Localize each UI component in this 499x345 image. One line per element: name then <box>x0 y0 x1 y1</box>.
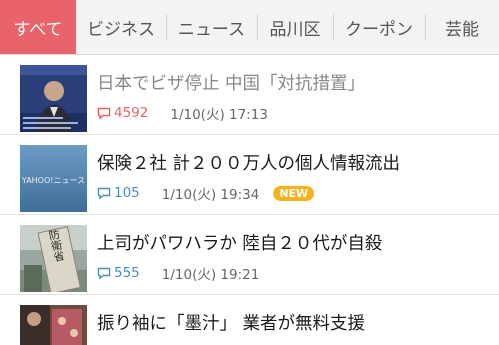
article-title: 上司がパワハラか 陸自２０代が自殺 <box>97 234 383 254</box>
comment-icon <box>97 107 111 120</box>
new-badge: NEW <box>273 185 315 201</box>
tab-coupon[interactable]: クーポン <box>333 0 425 54</box>
article-item[interactable]: 振り袖に「墨汁」 業者が無料支援 <box>0 295 499 345</box>
sign-photo-icon: 防衛省 <box>20 225 87 292</box>
article-item[interactable]: YAHOO!ニュース 保険２社 計２００万人の個人情報流出 105 1/10(火… <box>0 135 499 215</box>
article-meta: 555 1/10(火) 19:21 <box>97 263 259 283</box>
article-item[interactable]: 日本でビザ停止 中国「対抗措置」 4592 1/10(火) 17:13 <box>0 55 499 135</box>
comment-count: 4592 <box>97 105 148 121</box>
comment-count-value: 105 <box>114 185 140 201</box>
article-title: 日本でビザ停止 中国「対抗措置」 <box>97 74 366 94</box>
article-title: 振り袖に「墨汁」 業者が無料支援 <box>97 314 366 334</box>
article-list: 日本でビザ停止 中国「対抗措置」 4592 1/10(火) 17:13 YAHO… <box>0 55 499 345</box>
thumb-yahoo-text: YAHOO!ニュース <box>21 176 85 185</box>
kimono-photo-icon <box>20 305 87 345</box>
comment-count-value: 4592 <box>114 105 149 121</box>
yahoo-news-placeholder-icon: YAHOO!ニュース <box>20 145 87 212</box>
article-date: 1/10(火) 19:34 <box>161 187 260 203</box>
news-photo-icon <box>20 65 87 132</box>
tab-entertainment[interactable]: 芸能 <box>425 0 499 54</box>
category-tab-bar: すべて ビジネス ニュース 品川区 クーポン 芸能 <box>0 0 499 55</box>
article-date: 1/10(火) 19:21 <box>161 267 260 283</box>
tab-news[interactable]: ニュース <box>166 0 257 54</box>
comment-count-value: 555 <box>114 265 140 281</box>
comment-count: 555 <box>97 265 140 281</box>
article-meta: 4592 1/10(火) 17:13 <box>97 103 268 123</box>
comment-icon <box>97 187 111 200</box>
article-date: 1/10(火) 17:13 <box>170 107 268 123</box>
article-item[interactable]: 防衛省 上司がパワハラか 陸自２０代が自殺 555 1/10(火) 19:21 <box>0 215 499 295</box>
article-meta: 105 1/10(火) 19:34 NEW <box>97 183 315 203</box>
tab-shinagawa[interactable]: 品川区 <box>257 0 333 54</box>
tab-business[interactable]: ビジネス <box>76 0 166 54</box>
comment-icon <box>97 267 111 280</box>
article-title: 保険２社 計２００万人の個人情報流出 <box>97 154 401 174</box>
comment-count: 105 <box>97 185 140 201</box>
tab-all[interactable]: すべて <box>0 0 76 54</box>
